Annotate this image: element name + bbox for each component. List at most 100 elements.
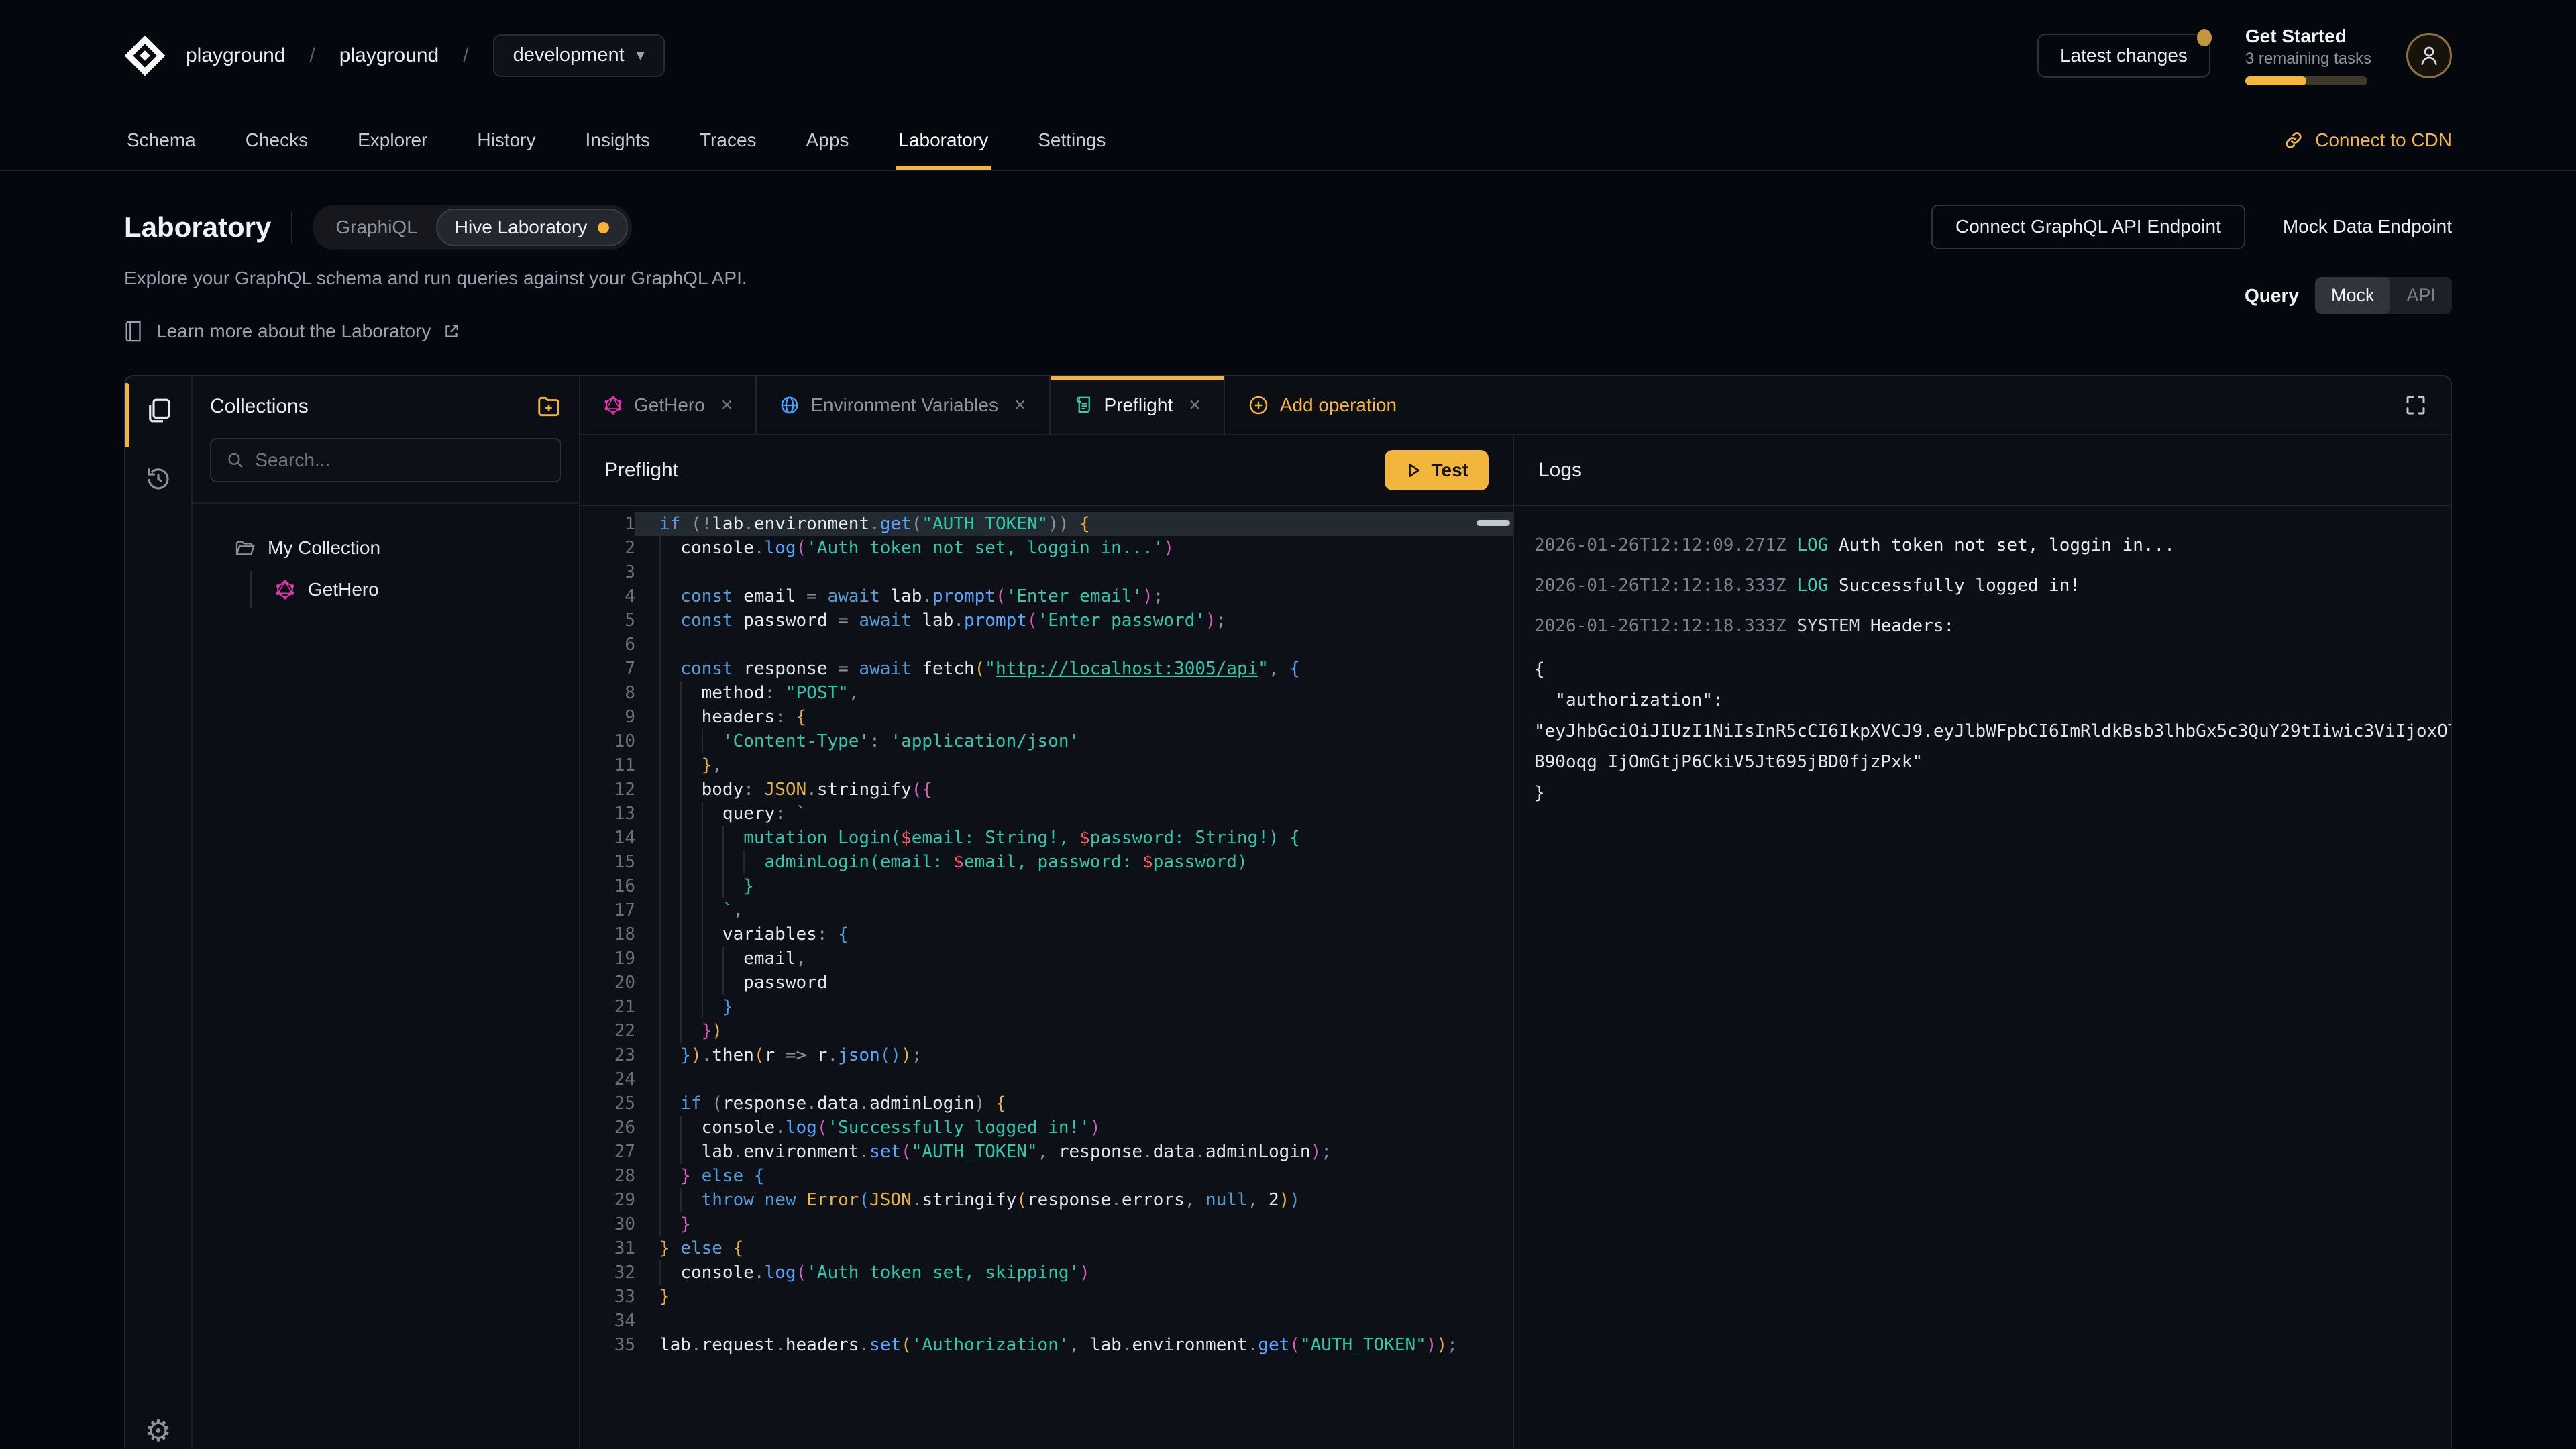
indent-guide bbox=[659, 753, 661, 777]
collections-search[interactable] bbox=[210, 438, 561, 482]
learn-more-link[interactable]: Learn more about the Laboratory bbox=[124, 320, 747, 343]
indent-guide bbox=[702, 729, 703, 753]
collections-search-input[interactable] bbox=[255, 449, 545, 471]
code-line[interactable]: 16 } bbox=[580, 874, 1513, 898]
indent-guide bbox=[702, 802, 703, 826]
target-selector-dropdown[interactable]: development ▾ bbox=[493, 34, 665, 77]
mock-data-endpoint-button[interactable]: Mock Data Endpoint bbox=[2283, 216, 2452, 237]
editor-scrollbar-thumb[interactable] bbox=[1477, 520, 1510, 526]
indent-guide bbox=[702, 826, 703, 850]
history-rail-button[interactable] bbox=[144, 465, 172, 493]
indent-guide bbox=[659, 560, 661, 584]
tab-preflight[interactable]: Preflight × bbox=[1051, 376, 1225, 434]
code-line[interactable]: 2 console.log('Auth token not set, loggi… bbox=[580, 536, 1513, 560]
collection-folder-my-collection[interactable]: My Collection bbox=[210, 529, 561, 567]
nav-tab-settings[interactable]: Settings bbox=[1035, 111, 1108, 170]
log-entry: 2026-01-26T12:12:18.333Z SYSTEM Headers: bbox=[1534, 614, 2451, 638]
line-number: 13 bbox=[580, 802, 635, 826]
code-line[interactable]: 5 const password = await lab.prompt('Ent… bbox=[580, 608, 1513, 633]
tab-gethero[interactable]: GetHero × bbox=[580, 376, 757, 434]
code-line[interactable]: 1if (!lab.environment.get("AUTH_TOKEN"))… bbox=[580, 512, 1513, 536]
connect-graphql-api-endpoint-button[interactable]: Connect GraphQL API Endpoint bbox=[1931, 205, 2245, 249]
code-line[interactable]: 34 bbox=[580, 1309, 1513, 1333]
code-line[interactable]: 35lab.request.headers.set('Authorization… bbox=[580, 1333, 1513, 1357]
code-line[interactable]: 27 lab.environment.set("AUTH_TOKEN", res… bbox=[580, 1140, 1513, 1164]
code-line[interactable]: 22 }) bbox=[580, 1019, 1513, 1043]
code-line[interactable]: 32 console.log('Auth token set, skipping… bbox=[580, 1260, 1513, 1285]
code-line[interactable]: 17 `, bbox=[580, 898, 1513, 922]
mode-option-api[interactable]: API bbox=[2390, 277, 2452, 314]
code-line[interactable]: 19 email, bbox=[580, 947, 1513, 971]
indent-guide bbox=[659, 1164, 661, 1188]
indent-guide bbox=[702, 971, 703, 995]
close-tab-icon[interactable]: × bbox=[721, 394, 733, 417]
code-line[interactable]: 12 body: JSON.stringify({ bbox=[580, 777, 1513, 802]
nav-tab-traces[interactable]: Traces bbox=[697, 111, 759, 170]
code-editor[interactable]: 1if (!lab.environment.get("AUTH_TOKEN"))… bbox=[580, 506, 1513, 1449]
indent-guide bbox=[659, 729, 661, 753]
code-line[interactable]: 11 }, bbox=[580, 753, 1513, 777]
new-collection-button[interactable] bbox=[536, 394, 561, 419]
code-line[interactable]: 25 if (response.data.adminLogin) { bbox=[580, 1091, 1513, 1116]
toggle-hive-laboratory[interactable]: Hive Laboratory bbox=[436, 209, 629, 246]
code-line[interactable]: 23 }).then(r => r.json()); bbox=[580, 1043, 1513, 1067]
code-line[interactable]: 31} else { bbox=[580, 1236, 1513, 1260]
nav-tab-explorer[interactable]: Explorer bbox=[355, 111, 430, 170]
code-line[interactable]: 6 bbox=[580, 633, 1513, 657]
nav-tab-history[interactable]: History bbox=[474, 111, 538, 170]
code-line[interactable]: 9 headers: { bbox=[580, 705, 1513, 729]
line-number: 29 bbox=[580, 1188, 635, 1212]
tab-environment-variables[interactable]: Environment Variables × bbox=[757, 376, 1050, 434]
code-line[interactable]: 20 password bbox=[580, 971, 1513, 995]
get-started-widget[interactable]: Get Started 3 remaining tasks bbox=[2245, 25, 2371, 85]
breadcrumb-org[interactable]: playground bbox=[186, 44, 285, 67]
breadcrumb-separator: / bbox=[309, 44, 315, 67]
code-line[interactable]: 24 bbox=[580, 1067, 1513, 1091]
close-tab-icon[interactable]: × bbox=[1014, 394, 1026, 417]
code-line[interactable]: 33} bbox=[580, 1285, 1513, 1309]
code-line[interactable]: 7 const response = await fetch("http://l… bbox=[580, 657, 1513, 681]
nav-tab-insights[interactable]: Insights bbox=[582, 111, 653, 170]
code-line[interactable]: 21 } bbox=[580, 995, 1513, 1019]
connect-to-cdn-link[interactable]: Connect to CDN bbox=[2283, 111, 2452, 170]
add-operation-button[interactable]: Add operation bbox=[1225, 376, 1419, 434]
hive-logo-icon[interactable] bbox=[124, 35, 166, 76]
code-line[interactable]: 8 method: "POST", bbox=[580, 681, 1513, 705]
code-line[interactable]: 13 query: ` bbox=[580, 802, 1513, 826]
nav-tab-checks[interactable]: Checks bbox=[243, 111, 311, 170]
code-line[interactable]: 3 bbox=[580, 560, 1513, 584]
operation-tabs-bar: GetHero × Environment Variables × Pref bbox=[580, 376, 2451, 435]
log-json-line: } bbox=[1534, 777, 2451, 808]
nav-tab-apps[interactable]: Apps bbox=[804, 111, 852, 170]
code-line[interactable]: 4 const email = await lab.prompt('Enter … bbox=[580, 584, 1513, 608]
nav-tab-schema[interactable]: Schema bbox=[124, 111, 199, 170]
indent-guide bbox=[659, 947, 661, 971]
mode-option-mock[interactable]: Mock bbox=[2315, 277, 2391, 314]
settings-gear-button[interactable]: ⚙ bbox=[125, 1414, 191, 1448]
collection-item-gethero[interactable]: GetHero bbox=[274, 571, 561, 608]
latest-changes-button[interactable]: Latest changes bbox=[2037, 34, 2210, 78]
code-line[interactable]: 28 } else { bbox=[580, 1164, 1513, 1188]
code-line[interactable]: 29 throw new Error(JSON.stringify(respon… bbox=[580, 1188, 1513, 1212]
link-icon bbox=[2283, 129, 2304, 151]
code-line[interactable]: 18 variables: { bbox=[580, 922, 1513, 947]
code-line[interactable]: 14 mutation Login($email: String!, $pass… bbox=[580, 826, 1513, 850]
mode-label: Query bbox=[2245, 285, 2299, 307]
code-line[interactable]: 10 'Content-Type': 'application/json' bbox=[580, 729, 1513, 753]
indent-guide bbox=[659, 874, 661, 898]
code-line[interactable]: 30 } bbox=[580, 1212, 1513, 1236]
code-line[interactable]: 15 adminLogin(email: $email, password: $… bbox=[580, 850, 1513, 874]
fullscreen-button[interactable] bbox=[2381, 376, 2451, 434]
test-button[interactable]: Test bbox=[1385, 450, 1489, 490]
code-line[interactable]: 26 console.log('Successfully logged in!'… bbox=[580, 1116, 1513, 1140]
collections-rail-button[interactable] bbox=[144, 396, 172, 425]
graphql-icon bbox=[603, 395, 623, 415]
close-tab-icon[interactable]: × bbox=[1189, 394, 1201, 417]
toggle-graphiql[interactable]: GraphiQL bbox=[317, 210, 435, 245]
nav-tab-laboratory[interactable]: Laboratory bbox=[896, 111, 991, 170]
get-started-subtitle: 3 remaining tasks bbox=[2245, 50, 2371, 68]
plus-circle-icon bbox=[1248, 394, 1269, 416]
breadcrumb-project[interactable]: playground bbox=[339, 44, 439, 67]
indent-guide bbox=[659, 705, 661, 729]
user-avatar[interactable] bbox=[2406, 33, 2452, 78]
